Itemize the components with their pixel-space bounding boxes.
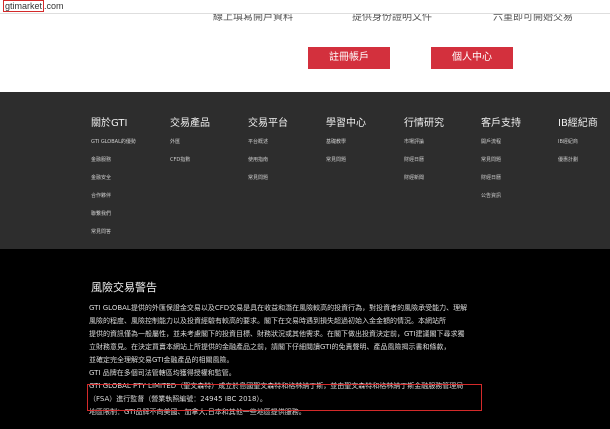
nav-link-financial-services[interactable]: 金融服務 [91, 157, 136, 163]
nav-link-economic-calendar[interactable]: 財經日曆 [404, 157, 444, 163]
nav-link-user-guide[interactable]: 使用指南 [248, 157, 288, 163]
regulation-highlight-box [87, 384, 482, 411]
nav-link-financial-news[interactable]: 財經新聞 [404, 175, 444, 181]
nav-link-platform-faq[interactable]: 常見問題 [248, 175, 288, 181]
account-opening-section: 線上填寫開戶資料 提供身份證明文件 六重即可開始交易 註冊帳戶 個人中心 [0, 14, 610, 92]
nav-column-ib: IB經紀商 IB經紀商 優惠計劃 [558, 114, 598, 175]
footer-navigation: 關於GTI GTI GLOBAL的優勢 金融服務 金融安全 合作夥伴 聯繫我們 … [0, 92, 610, 249]
nav-heading-about[interactable]: 關於GTI [91, 114, 136, 129]
nav-link-support-calendar[interactable]: 財經日曆 [481, 175, 521, 181]
nav-column-platform: 交易平台 平台概述 使用指南 常見問題 [248, 114, 288, 193]
nav-link-announcements[interactable]: 公告資訊 [481, 193, 521, 199]
nav-link-ib-broker[interactable]: IB經紀商 [558, 139, 598, 145]
nav-column-about: 關於GTI GTI GLOBAL的優勢 金融服務 金融安全 合作夥伴 聯繫我們 … [91, 114, 136, 247]
nav-heading-support[interactable]: 客戶支持 [481, 114, 521, 129]
risk-line: 立財務意見。在決定買賣本網站上所提供的金融產品之前，請閣下仔細閱讀GTI的免責聲… [89, 343, 451, 351]
risk-line: 提供的資訊僅為一般屬性，並未考慮閣下的投資目標、財務狀況或其他需求。在閣下做出投… [89, 330, 465, 338]
nav-link-forex[interactable]: 外匯 [170, 139, 210, 145]
nav-link-market-commentary[interactable]: 市場評論 [404, 139, 444, 145]
nav-heading-ib[interactable]: IB經紀商 [558, 114, 598, 129]
url-domain-suffix: .com [44, 1, 64, 11]
step-caption-start-trading: 六重即可開始交易 [493, 14, 573, 23]
nav-link-faq[interactable]: 常見問答 [91, 229, 136, 235]
personal-center-button[interactable]: 個人中心 [431, 47, 513, 69]
risk-line: 風險的程度、風險控制能力以及投資經驗有較高的要求。閣下在交易時遇到損失超過初始入… [89, 317, 446, 325]
risk-warning-section: 風險交易警告 GTI GLOBAL提供的外匯保證金交易以及CFD交易是具在收益和… [0, 249, 610, 429]
nav-link-partners[interactable]: 合作夥伴 [91, 193, 136, 199]
nav-link-financial-security[interactable]: 金融安全 [91, 175, 136, 181]
nav-link-learning-faq[interactable]: 常見問題 [326, 157, 366, 163]
nav-link-promotions[interactable]: 優惠計劃 [558, 157, 598, 163]
risk-warning-title: 風險交易警告 [91, 281, 157, 294]
nav-heading-products[interactable]: 交易產品 [170, 114, 210, 129]
nav-link-cfd-index[interactable]: CFD指數 [170, 157, 210, 163]
nav-link-basic-tutorial[interactable]: 基礎教學 [326, 139, 366, 145]
nav-heading-platform[interactable]: 交易平台 [248, 114, 288, 129]
nav-link-contact-us[interactable]: 聯繫我們 [91, 211, 136, 217]
register-account-button[interactable]: 註冊帳戶 [308, 47, 390, 69]
nav-link-support-faq[interactable]: 常見問題 [481, 157, 521, 163]
risk-line: GTI 品牌在多個司法管轄區均獲得授權和監管。 [89, 369, 236, 377]
nav-link-advantages[interactable]: GTI GLOBAL的優勢 [91, 139, 136, 145]
url-text: gtimarket .com [3, 0, 64, 12]
risk-line: 並確定完全理解交易GTI金融產品的相關風險。 [89, 356, 234, 364]
step-caption-fill-form: 線上填寫開戶資料 [213, 14, 293, 23]
nav-column-learning: 學習中心 基礎教學 常見問題 [326, 114, 366, 175]
nav-link-platform-overview[interactable]: 平台概述 [248, 139, 288, 145]
url-highlight-box: gtimarket [3, 0, 45, 12]
nav-heading-learning[interactable]: 學習中心 [326, 114, 366, 129]
risk-line: GTI GLOBAL提供的外匯保證金交易以及CFD交易是具在收益和潛在風險較高的… [89, 304, 468, 312]
step-caption-id-documents: 提供身份證明文件 [352, 14, 432, 23]
browser-url-bar[interactable]: gtimarket .com [0, 0, 610, 14]
nav-heading-research[interactable]: 行情研究 [404, 114, 444, 129]
nav-column-support: 客戶支持 開戶流程 常見問題 財經日曆 公告資訊 [481, 114, 521, 211]
nav-link-account-process[interactable]: 開戶流程 [481, 139, 521, 145]
nav-column-research: 行情研究 市場評論 財經日曆 財經新聞 [404, 114, 444, 193]
nav-column-products: 交易產品 外匯 CFD指數 [170, 114, 210, 175]
